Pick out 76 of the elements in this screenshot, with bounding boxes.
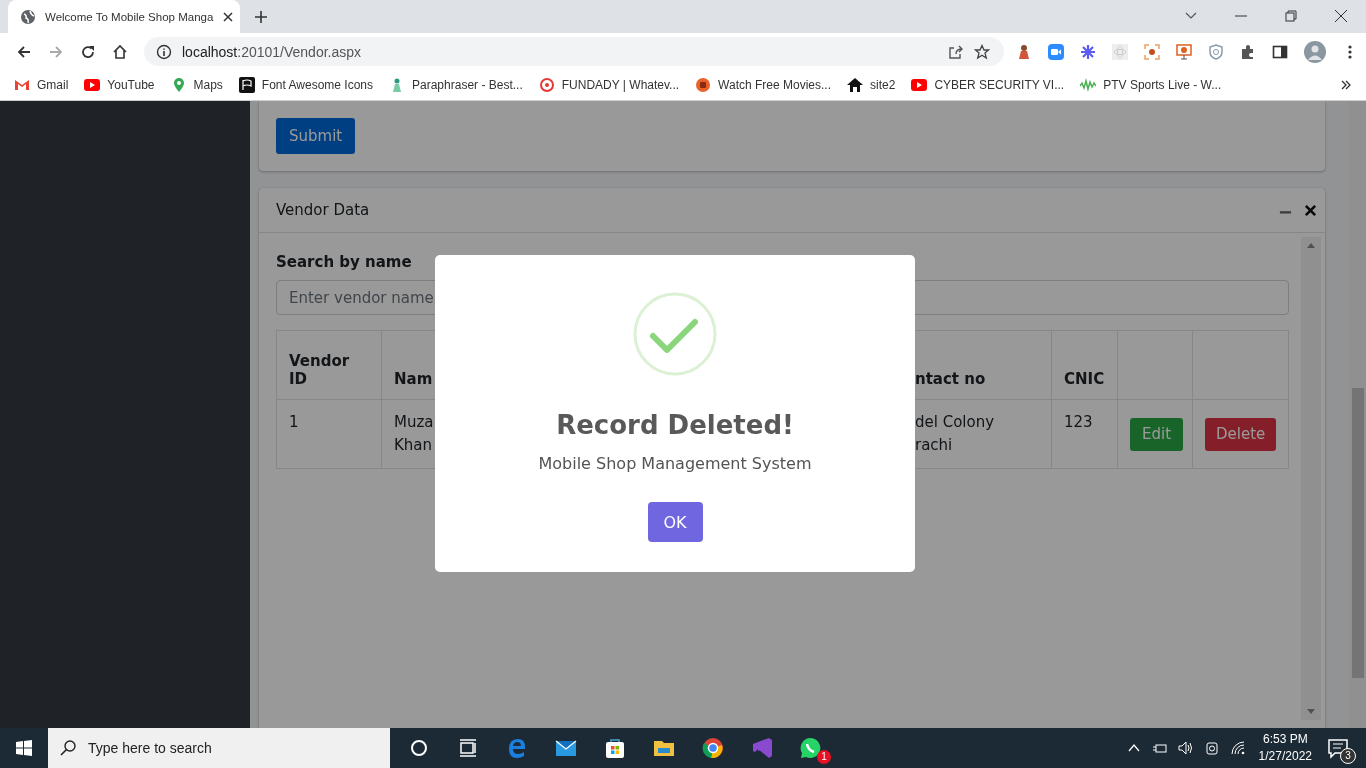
bookmark-link[interactable]: YouTube — [84, 77, 155, 93]
bookmark-link[interactable]: Watch Free Movies... — [695, 77, 832, 93]
search-icon — [60, 740, 76, 756]
chat-app[interactable]: 1 — [799, 736, 831, 764]
camera-icon[interactable] — [1203, 740, 1220, 756]
check-icon — [633, 292, 717, 376]
chat-icon — [799, 736, 823, 760]
message-icon — [1326, 736, 1350, 760]
column-header: Vendor ID — [276, 330, 382, 400]
info-icon — [156, 43, 172, 60]
puzzle-icon[interactable] — [1240, 43, 1256, 60]
bookmark-link[interactable]: site2 — [847, 77, 896, 93]
restore-icon[interactable] — [1284, 9, 1298, 23]
column-header: CNIC — [1051, 330, 1118, 400]
submit-button[interactable]: Submit — [276, 118, 356, 154]
scroll-thumb[interactable] — [1352, 388, 1364, 678]
wave-icon — [1080, 77, 1097, 93]
avatar-icon[interactable] — [1304, 40, 1326, 63]
asterisk-icon[interactable] — [1080, 43, 1096, 60]
new-tab-icon[interactable] — [254, 10, 268, 24]
notification-count: 3 — [1340, 748, 1356, 764]
bookmark-link[interactable]: PTV Sports Live - W... — [1080, 77, 1222, 93]
close-icon[interactable] — [222, 10, 235, 23]
side-panel-icon[interactable] — [1272, 43, 1288, 60]
bookmark-link[interactable]: FUNDADY | Whatev... — [538, 77, 680, 93]
video-camera-icon[interactable] — [1048, 43, 1064, 60]
page-scrollbar[interactable] — [1350, 101, 1366, 728]
star-icon[interactable] — [974, 43, 990, 60]
monitor-icon[interactable] — [1176, 43, 1192, 60]
scroll-up-icon[interactable] — [1307, 242, 1315, 248]
bookmark-link[interactable]: Paraphraser - Best... — [389, 77, 523, 93]
play-icon — [84, 77, 101, 93]
tab-title: Welcome To Mobile Shop Manga — [45, 10, 214, 23]
clock[interactable]: 6:53 PM 1/27/2022 — [1258, 731, 1312, 765]
flag-icon — [238, 77, 255, 93]
notification-badge: 1 — [817, 750, 831, 764]
reload-icon[interactable] — [80, 43, 96, 60]
bookmark-link[interactable]: Gmail — [14, 77, 69, 93]
play-icon — [911, 77, 928, 93]
wifi-icon[interactable] — [1229, 740, 1246, 756]
bookmark-link[interactable]: Maps — [170, 77, 223, 93]
scrollbar[interactable] — [1301, 237, 1321, 720]
volume-icon[interactable] — [1177, 740, 1194, 756]
close-icon[interactable] — [1304, 203, 1317, 217]
windows-icon[interactable] — [16, 740, 32, 756]
dialog-title: Record Deleted! — [556, 410, 794, 440]
dialog-text: Mobile Shop Management System — [538, 454, 812, 473]
close-icon[interactable] — [1334, 9, 1348, 23]
ok-button[interactable]: OK — [647, 502, 703, 542]
chevron-right-icon[interactable] — [1340, 79, 1352, 91]
notification-center[interactable]: 3 — [1326, 736, 1356, 764]
shield-icon[interactable] — [1208, 43, 1224, 60]
table-cell: 123 — [1051, 399, 1118, 469]
share-icon[interactable] — [948, 43, 964, 60]
table-cell: 1 — [276, 399, 382, 469]
mail-icon — [14, 77, 30, 93]
scroll-down-icon[interactable] — [1307, 709, 1315, 715]
bookmark-link[interactable]: Font Awesome Icons — [238, 77, 373, 93]
globe-icon — [20, 8, 36, 25]
focus-icon[interactable] — [1144, 43, 1160, 60]
search-label: Search by name — [276, 253, 413, 271]
chrome-icon[interactable] — [701, 736, 725, 760]
panel-title: Vendor Data — [276, 201, 370, 219]
circle-icon — [695, 77, 712, 93]
figure-icon[interactable] — [1016, 43, 1032, 60]
store-icon[interactable] — [603, 736, 627, 760]
bookmark-link[interactable]: CYBER SECURITY VI... — [911, 77, 1065, 93]
browser-tab[interactable]: Welcome To Mobile Shop Manga — [8, 0, 240, 33]
home-icon[interactable] — [112, 43, 128, 60]
home-icon — [847, 77, 864, 93]
taskbar-search[interactable]: Type here to search — [48, 728, 390, 768]
address-bar[interactable]: localhost:20101/Vendor.aspx — [144, 37, 1004, 66]
url-text: localhost:20101/Vendor.aspx — [182, 43, 362, 60]
ribbon-icon[interactable] — [750, 736, 774, 760]
back-icon[interactable] — [16, 43, 32, 60]
ring-icon — [538, 77, 555, 93]
